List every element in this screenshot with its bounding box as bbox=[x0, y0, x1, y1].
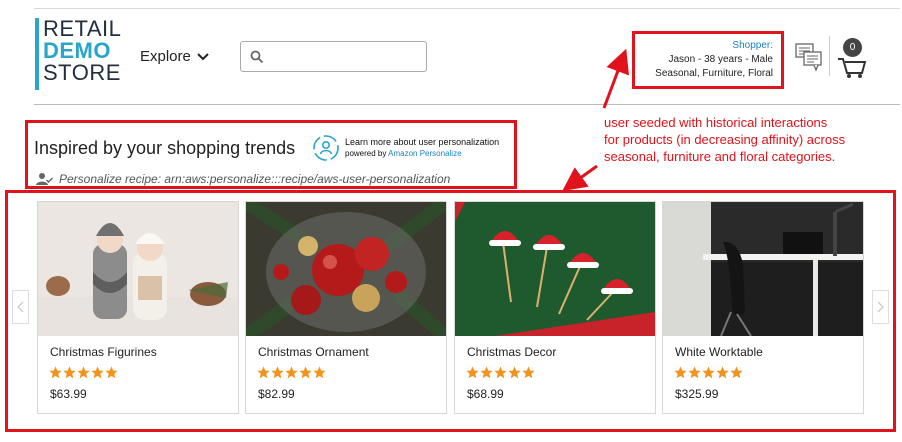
shopper-interests: Seasonal, Furniture, Floral bbox=[655, 68, 773, 79]
annotation-line: for products (in decreasing affinity) ac… bbox=[604, 132, 846, 147]
product-card[interactable]: Christmas Figurines $63.99 bbox=[37, 201, 239, 414]
header-divider bbox=[34, 104, 900, 105]
star-icon bbox=[480, 366, 493, 379]
star-icon bbox=[77, 366, 90, 379]
search-box[interactable] bbox=[240, 41, 427, 72]
christmas-figurines-image[interactable] bbox=[38, 202, 238, 336]
star-icon bbox=[299, 366, 312, 379]
recipe-text: Personalize recipe: arn:aws:personalize:… bbox=[59, 172, 451, 186]
powered-by-line: powered by Amazon Personalize bbox=[345, 148, 499, 160]
star-icon bbox=[508, 366, 521, 379]
star-icon bbox=[466, 366, 479, 379]
christmas-decor-image[interactable] bbox=[455, 202, 655, 336]
product-name[interactable]: Christmas Ornament bbox=[258, 345, 369, 359]
product-name[interactable]: Christmas Figurines bbox=[50, 345, 157, 359]
header-separator bbox=[829, 36, 830, 76]
annotation-line: user seeded with historical interactions bbox=[604, 115, 828, 130]
product-name[interactable]: White Worktable bbox=[675, 345, 763, 359]
star-icon bbox=[285, 366, 298, 379]
annotation-note: user seeded with historical interactions… bbox=[604, 114, 894, 165]
user-check-icon bbox=[36, 173, 53, 185]
star-icon bbox=[91, 366, 104, 379]
white-worktable-image[interactable] bbox=[663, 202, 863, 336]
product-rating bbox=[257, 366, 326, 379]
powered-by-label: powered by bbox=[345, 149, 387, 158]
cart-count-badge: 0 bbox=[843, 38, 862, 57]
product-price: $68.99 bbox=[467, 387, 504, 401]
top-divider bbox=[34, 8, 900, 9]
product-name[interactable]: Christmas Decor bbox=[467, 345, 556, 359]
star-icon bbox=[522, 366, 535, 379]
product-price: $82.99 bbox=[258, 387, 295, 401]
annotation-line: seasonal, furniture and floral categorie… bbox=[604, 149, 836, 164]
product-rating bbox=[674, 366, 743, 379]
chevron-down-icon bbox=[197, 52, 209, 60]
learn-more-text: Learn more about user personalization po… bbox=[345, 136, 499, 160]
star-icon bbox=[688, 366, 701, 379]
retail-demo-store-logo[interactable]: RETAIL DEMO STORE bbox=[35, 18, 127, 90]
learn-more-link[interactable]: Learn more about user personalization po… bbox=[312, 134, 499, 162]
shopper-details: Jason - 38 years - Male bbox=[668, 54, 774, 65]
personalize-recipe: Personalize recipe: arn:aws:personalize:… bbox=[36, 172, 450, 186]
learn-more-label: Learn more about user personalization bbox=[345, 137, 500, 147]
carousel-prev-button[interactable] bbox=[12, 290, 29, 324]
shopper-label: Shopper: bbox=[732, 40, 773, 51]
star-icon bbox=[674, 366, 687, 379]
product-price: $63.99 bbox=[50, 387, 87, 401]
star-icon bbox=[63, 366, 76, 379]
logo-line-2: DEMO bbox=[43, 38, 111, 63]
star-icon bbox=[730, 366, 743, 379]
product-card[interactable]: White Worktable $325.99 bbox=[662, 201, 864, 414]
product-card[interactable]: Christmas Decor $68.99 bbox=[454, 201, 656, 414]
search-input[interactable] bbox=[271, 46, 421, 68]
star-icon bbox=[494, 366, 507, 379]
star-icon bbox=[702, 366, 715, 379]
shopper-info[interactable]: Shopper: Jason - 38 years - Male Seasona… bbox=[632, 31, 784, 89]
star-icon bbox=[271, 366, 284, 379]
chevron-right-icon bbox=[877, 301, 884, 313]
chevron-left-icon bbox=[17, 301, 24, 313]
christmas-ornament-image[interactable] bbox=[246, 202, 446, 336]
star-icon bbox=[49, 366, 62, 379]
product-card[interactable]: Christmas Ornament $82.99 bbox=[245, 201, 447, 414]
star-icon bbox=[313, 366, 326, 379]
carousel-next-button[interactable] bbox=[872, 290, 889, 324]
amazon-personalize-link[interactable]: Amazon Personalize bbox=[388, 149, 461, 158]
product-rating bbox=[466, 366, 535, 379]
star-icon bbox=[105, 366, 118, 379]
star-icon bbox=[716, 366, 729, 379]
section-title: Inspired by your shopping trends bbox=[34, 138, 296, 158]
product-rating bbox=[49, 366, 118, 379]
explore-label: Explore bbox=[140, 48, 191, 65]
chat-icon[interactable] bbox=[795, 42, 823, 72]
explore-menu[interactable]: Explore bbox=[140, 48, 209, 65]
search-icon bbox=[250, 50, 264, 64]
star-icon bbox=[257, 366, 270, 379]
logo-line-1: RETAIL bbox=[43, 16, 122, 41]
personalize-icon bbox=[313, 135, 339, 161]
product-price: $325.99 bbox=[675, 387, 719, 401]
logo-line-3: STORE bbox=[43, 60, 121, 85]
